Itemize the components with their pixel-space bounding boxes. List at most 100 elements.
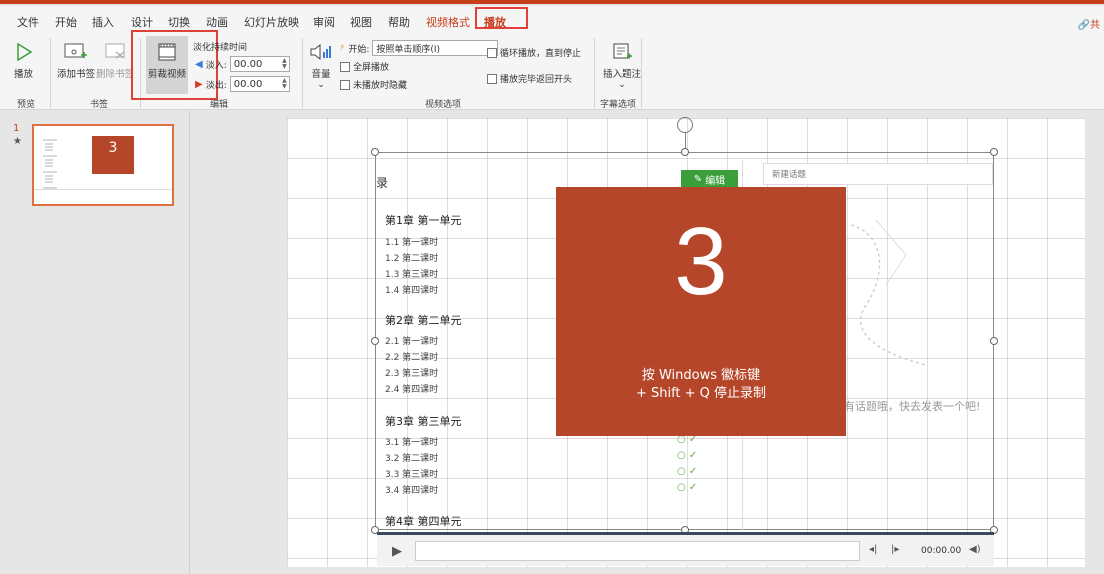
group-label-preview: 预览 (17, 100, 36, 110)
rotate-handle-icon[interactable] (677, 117, 693, 133)
check-icon: ○ ✓ (677, 482, 698, 493)
group-label-video-options: 视频选项 (425, 100, 462, 110)
lesson-item: 1.1 第一课时 (385, 238, 439, 248)
slide-thumbnail[interactable]: 3 (32, 124, 174, 206)
countdown-line-2: + Shift + Q 停止录制 (635, 386, 767, 401)
decorative-curve-icon (850, 219, 927, 366)
countdown-line-1: 按 Windows 徽标键 (641, 368, 761, 383)
group-label-editing: 编辑 (210, 100, 229, 110)
hide-checkbox[interactable] (340, 79, 350, 90)
fade-out-label: 淡出: (205, 80, 227, 91)
forward-icon[interactable]: |▸ (891, 544, 899, 555)
rewind-option[interactable]: 播放完毕返回开头 (487, 72, 572, 85)
hide-option[interactable]: 未播放时隐藏 (340, 78, 407, 91)
start-dropdown[interactable]: 按照单击顺序(I) ⌄ (372, 40, 499, 56)
recording-countdown: 3 按 Windows 徽标键 + Shift + Q 停止录制 (556, 187, 846, 436)
volume-icon (310, 43, 331, 61)
group-separator (594, 38, 595, 108)
tab-slideshow[interactable]: 幻灯片放映 (244, 14, 299, 30)
start-row: ⚡ 开始: 按照单击顺序(I) ⌄ (339, 40, 499, 56)
group-label-bookmarks: 书签 (90, 100, 109, 110)
fade-in-row: ◀ 淡入: 00.00 ▲ ▼ (195, 56, 290, 72)
loop-checkbox[interactable] (487, 47, 497, 58)
volume-button[interactable]: 音量 ⌄ (309, 42, 333, 90)
pencil-icon: ✎ (693, 173, 703, 185)
lesson-item: 1.3 第三课时 (385, 270, 439, 280)
resize-handle[interactable] (681, 148, 689, 156)
tab-home[interactable]: 开始 (55, 14, 77, 30)
hide-label: 未播放时隐藏 (353, 81, 408, 91)
fade-duration-title: 淡化持续时间 (193, 43, 248, 53)
lesson-item: 2.1 第一课时 (385, 337, 439, 347)
tab-review[interactable]: 审阅 (313, 14, 335, 30)
add-bookmark-label: 添加书签 (57, 69, 96, 80)
player-volume-icon[interactable]: ◀) (969, 544, 981, 555)
resize-handle[interactable] (990, 148, 998, 156)
resize-handle[interactable] (990, 337, 998, 345)
rewind-checkbox[interactable] (487, 73, 497, 84)
add-bookmark-button[interactable]: 添加书签 (57, 42, 95, 80)
lesson-item: 1.2 第二课时 (385, 254, 439, 264)
lesson-item: 3.3 第三课时 (385, 470, 439, 480)
tab-transitions[interactable]: 切换 (168, 14, 190, 30)
group-separator (50, 38, 51, 108)
remove-bookmark-button[interactable]: 删除书签 (96, 42, 134, 80)
caption-chevron-down-icon: ⌄ (618, 80, 626, 90)
ribbon-tab-bar: 文件 开始 插入 设计 切换 动画 幻灯片放映 审阅 视图 帮助 视频格式 播放… (0, 6, 1104, 34)
fade-in-icon: ◀ (195, 58, 203, 70)
tab-help[interactable]: 帮助 (388, 14, 410, 30)
fullscreen-checkbox[interactable] (340, 61, 350, 72)
insert-caption-button[interactable]: 插入题注 ⌄ (603, 42, 641, 90)
stepper-arrows-icon[interactable]: ▲ ▼ (282, 78, 289, 90)
resize-handle[interactable] (371, 148, 379, 156)
tab-file[interactable]: 文件 (17, 14, 39, 30)
tab-video-format[interactable]: 视频格式 (426, 14, 470, 30)
video-player-controls: ▶ ◂| |▸ 00:00.00 ◀) (377, 532, 994, 566)
slide-number: 1 (13, 123, 20, 134)
countdown-message: 按 Windows 徽标键 + Shift + Q 停止录制 (556, 367, 846, 403)
thumb-text-lines-icon (43, 139, 57, 189)
fade-in-value: 00.00 (233, 58, 263, 70)
new-topic-input[interactable]: 新建话题 (763, 163, 993, 185)
no-topic-message: 有话题哦，快去发表一个吧! (844, 400, 981, 413)
fullscreen-label: 全屏播放 (353, 63, 390, 73)
chapter-title: 第2章 第二单元 (385, 314, 462, 327)
tab-animations[interactable]: 动画 (206, 14, 228, 30)
fade-out-icon: ▶ (195, 78, 203, 90)
volume-chevron-down-icon: ⌄ (317, 80, 325, 90)
insert-caption-icon (613, 43, 632, 59)
play-button[interactable]: 播放 (14, 42, 33, 80)
tab-insert[interactable]: 插入 (92, 14, 114, 30)
slide-animation-marker-icon: ★ (13, 136, 22, 147)
thumb-toc-lines (42, 136, 62, 191)
fade-in-stepper[interactable]: 00.00 ▲ ▼ (229, 56, 290, 72)
resize-handle[interactable] (371, 337, 379, 345)
playback-tab-highlight (475, 7, 528, 29)
player-progress-bar[interactable] (415, 541, 860, 561)
rewind-icon[interactable]: ◂| (869, 544, 877, 555)
rewind-label: 播放完毕返回开头 (500, 75, 573, 85)
edit-label: 编辑 (705, 175, 726, 187)
lesson-item: 3.1 第一课时 (385, 438, 439, 448)
player-time: 00:00.00 (921, 546, 962, 556)
fullscreen-option[interactable]: 全屏播放 (340, 60, 389, 73)
fade-out-stepper[interactable]: 00.00 ▲ ▼ (229, 76, 290, 92)
lesson-item: 2.4 第四课时 (385, 385, 439, 395)
lesson-item: 2.3 第三课时 (385, 369, 439, 379)
tab-view[interactable]: 视图 (350, 14, 372, 30)
toc-header: 录 (376, 176, 389, 190)
tab-design[interactable]: 设计 (131, 14, 153, 30)
volume-label: 音量 (311, 69, 331, 80)
share-button[interactable]: 🔗共 (1078, 16, 1100, 31)
thumb-countdown-number: 3 (108, 140, 118, 156)
start-lightning-icon: ⚡ (339, 43, 346, 53)
loop-option[interactable]: 循环播放，直到停止 (487, 46, 581, 59)
lesson-item: 3.2 第二课时 (385, 454, 439, 464)
edit-button[interactable]: ✎ 编辑 (681, 170, 738, 188)
player-play-icon[interactable]: ▶ (385, 541, 409, 561)
group-separator (302, 38, 303, 108)
stepper-arrows-icon[interactable]: ▲ ▼ (282, 58, 289, 70)
start-label: 开始: (348, 44, 370, 55)
lesson-item: 2.2 第二课时 (385, 353, 439, 363)
insert-caption-label: 插入题注 (603, 69, 642, 80)
